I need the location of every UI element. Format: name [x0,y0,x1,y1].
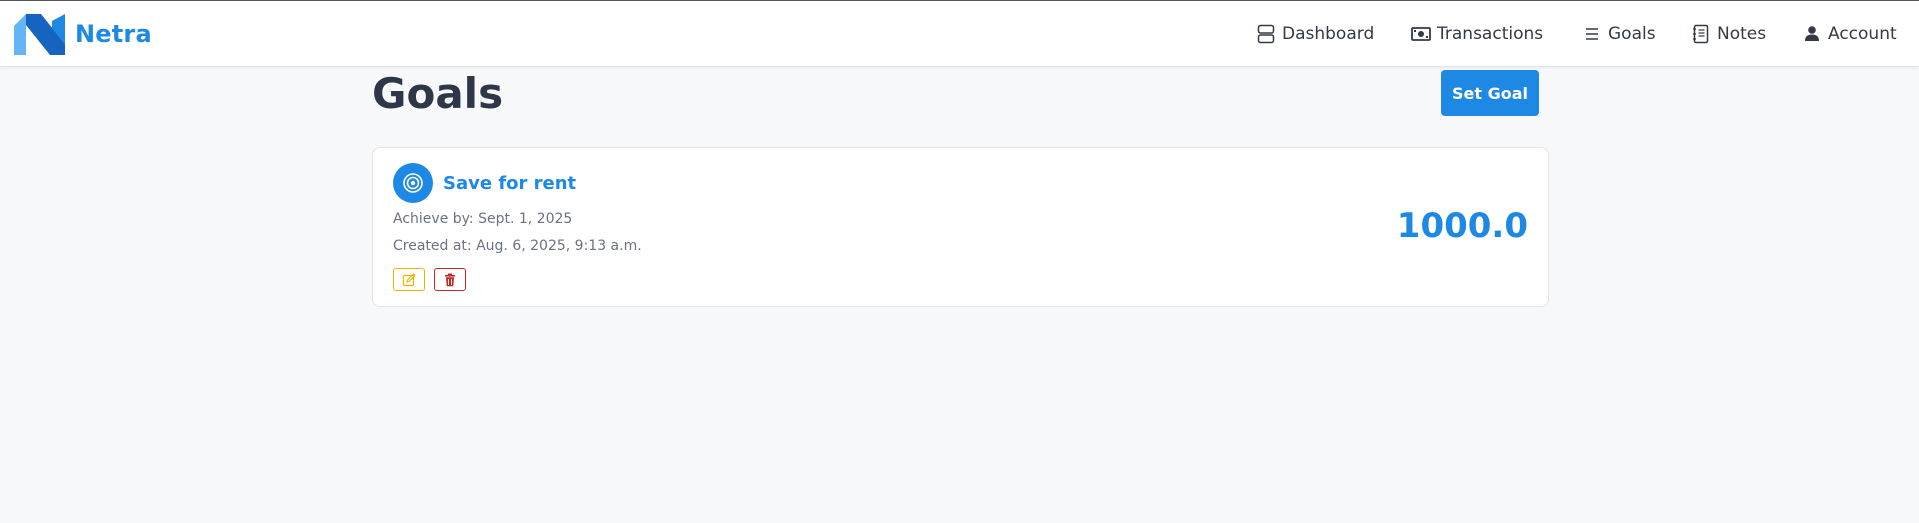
nav-label-notes: Notes [1717,24,1767,44]
trash-icon [445,273,455,286]
cash-icon [1411,27,1431,41]
nav-label-goals: Goals [1608,24,1656,44]
goal-name[interactable]: Save for rent [443,172,576,196]
person-icon [1805,26,1819,41]
top-navbar: Netra Dashboard Transactions Goals Notes… [0,1,1919,67]
brand-link[interactable]: Netra [14,13,152,55]
edit-goal-button[interactable] [393,268,425,291]
nav-label-transactions: Transactions [1437,24,1544,44]
target-icon [393,163,433,203]
goal-achieve-by: Achieve by: Sept. 1, 2025 [393,211,573,227]
brand-name: Netra [75,20,152,48]
nav-item-account[interactable]: Account [1802,22,1897,46]
goal-amount: 1000.0 [1396,206,1528,246]
dashboard-icon [1257,24,1275,44]
nav-item-goals[interactable]: Goals [1582,22,1656,46]
page-title: Goals [372,69,504,118]
nav-item-notes[interactable]: Notes [1691,22,1766,46]
netra-logo-icon [14,13,65,55]
nav-item-dashboard[interactable]: Dashboard [1256,22,1374,46]
notebook-icon [1693,24,1709,44]
goal-created-at: Created at: Aug. 6, 2025, 9:13 a.m. [393,238,642,254]
nav-item-transactions[interactable]: Transactions [1411,22,1543,46]
goal-card: Save for rent Achieve by: Sept. 1, 2025 … [372,147,1549,307]
edit-icon [402,272,416,286]
nav-label-dashboard: Dashboard [1282,24,1375,44]
delete-goal-button[interactable] [434,268,466,291]
set-goal-button[interactable]: Set Goal [1441,70,1539,116]
nav-label-account: Account [1828,24,1897,44]
list-icon [1586,28,1598,40]
